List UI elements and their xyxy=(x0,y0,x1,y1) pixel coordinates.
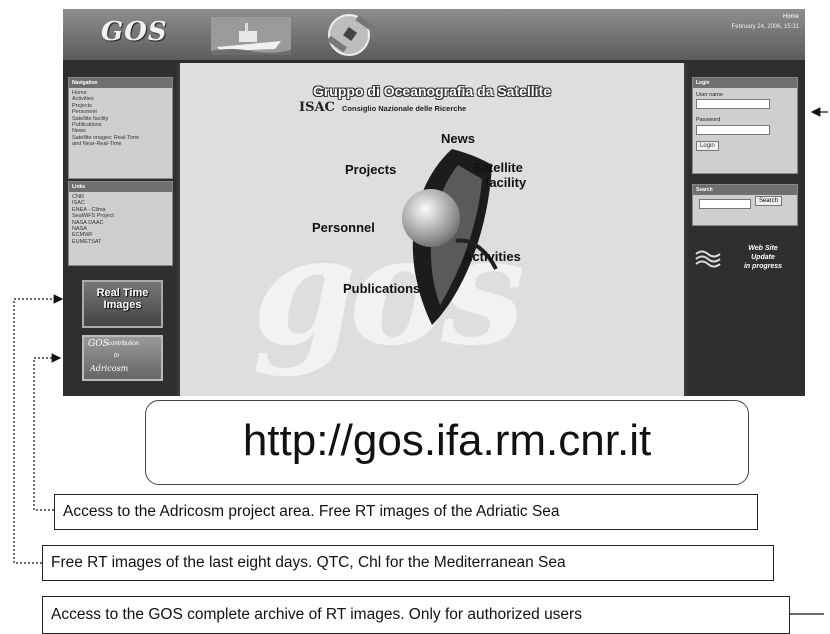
callout-adricosm: Access to the Adricosm project area. Fre… xyxy=(54,494,758,530)
callout-free-rt: Free RT images of the last eight days. Q… xyxy=(42,545,774,581)
callout-archive: Access to the GOS complete archive of RT… xyxy=(42,596,790,634)
callout-connectors xyxy=(13,107,828,615)
